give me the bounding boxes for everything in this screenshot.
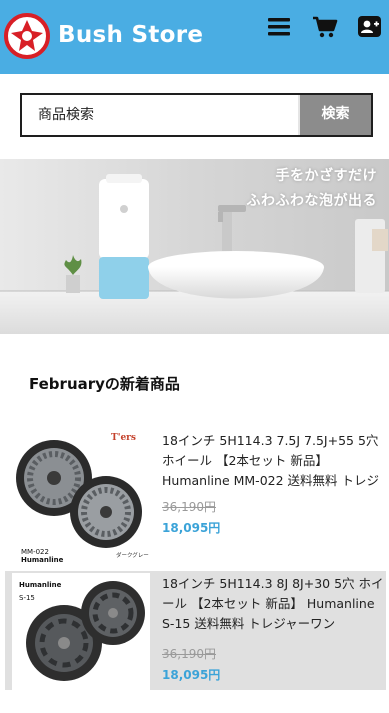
search-button[interactable]: 検索 xyxy=(298,95,371,135)
thumb-brand: Humanline xyxy=(19,581,62,589)
site-header: Bush Store xyxy=(0,0,389,74)
hamburger-menu-icon[interactable] xyxy=(266,14,292,40)
banner-headline-1: 手をかざすだけ xyxy=(275,168,377,184)
thumb-model: S-15 xyxy=(19,594,35,602)
store-logo-icon[interactable] xyxy=(4,13,50,59)
search-input[interactable] xyxy=(22,95,297,135)
search-bar: 検索 xyxy=(20,93,373,137)
banner-headline-2: ふわふわな泡が出る xyxy=(246,193,377,209)
shopping-cart-icon[interactable] xyxy=(312,14,338,40)
product-thumbnail[interactable]: MM-022 Humanline T'ers ダークグレー xyxy=(12,430,150,566)
banner-image xyxy=(0,159,389,334)
thumb-model: MM-022 xyxy=(21,548,49,556)
wheel-image: MM-022 Humanline T'ers ダークグレー xyxy=(16,433,149,564)
product-card[interactable]: MM-022 Humanline T'ers ダークグレー 18インチ 5H11… xyxy=(5,428,386,568)
thumb-color-label: ダークグレー xyxy=(116,551,149,559)
thumb-brand: Humanline xyxy=(21,556,64,564)
brand-name[interactable]: Bush Store xyxy=(58,22,203,48)
product-name[interactable]: 18インチ 5H114.3 7.5J 7.5J+55 5穴 ホイール 【2本セッ… xyxy=(162,431,384,493)
product-price: 18,095円 xyxy=(162,521,221,535)
thumb-badge: T'ers xyxy=(111,433,136,443)
product-thumbnail[interactable]: Humanline S-15 xyxy=(12,573,150,709)
product-card[interactable]: Humanline S-15 18インチ 5H114.3 8J 8J+30 5穴… xyxy=(5,571,386,709)
user-add-icon[interactable] xyxy=(357,14,383,40)
promo-banner[interactable]: 手をかざすだけ ふわふわな泡が出る xyxy=(0,159,389,334)
product-old-price: 36,190円 xyxy=(162,647,216,661)
product-price: 18,095円 xyxy=(162,668,221,682)
product-old-price: 36,190円 xyxy=(162,500,216,514)
section-title: Februaryの新着商品 xyxy=(29,375,180,393)
wheel-image: Humanline S-15 xyxy=(19,581,145,681)
product-name[interactable]: 18インチ 5H114.3 8J 8J+30 5穴 ホイール 【2本セット 新品… xyxy=(162,574,384,634)
